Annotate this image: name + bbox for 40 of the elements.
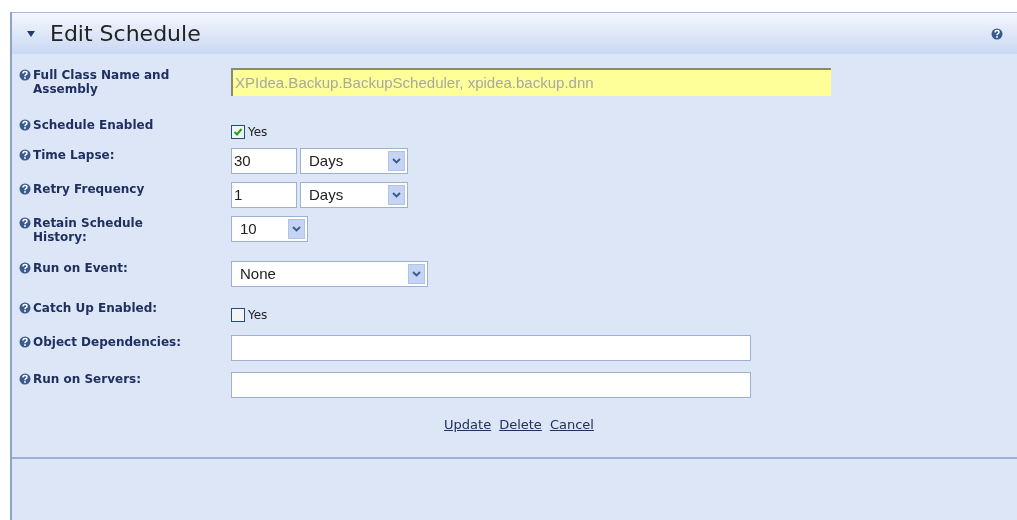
help-icon[interactable] xyxy=(19,149,31,161)
checkbox-label: Yes xyxy=(248,124,268,141)
action-link[interactable]: Cancel xyxy=(549,415,594,435)
number-input[interactable]: 1 xyxy=(231,182,297,208)
field-label: Retry Frequency xyxy=(33,182,146,196)
field-label: Object Dependencies: xyxy=(33,335,183,349)
action-link[interactable]: Update xyxy=(444,415,492,435)
checkbox[interactable] xyxy=(231,125,245,139)
field-label: Run on Servers: xyxy=(33,372,142,386)
dropdown-select[interactable]: None xyxy=(231,261,428,287)
input-field[interactable] xyxy=(231,335,751,361)
dropdown-caret-icon xyxy=(388,185,405,205)
help-icon[interactable] xyxy=(19,262,31,274)
dropdown-select[interactable]: 10 xyxy=(231,216,308,242)
field-label: Retain Schedule History: xyxy=(33,216,144,244)
collapse-toggle[interactable] xyxy=(26,28,36,39)
help-icon[interactable] xyxy=(19,302,31,314)
field-label: Time Lapse: xyxy=(33,148,116,162)
field-label: Full Class Name and Assembly xyxy=(33,68,171,96)
help-icon[interactable] xyxy=(19,336,31,348)
field-label: Schedule Enabled xyxy=(33,118,155,132)
dropdown-caret-icon xyxy=(288,219,305,239)
dropdown-select[interactable]: Days xyxy=(300,148,408,174)
help-icon[interactable] xyxy=(991,27,1003,40)
help-icon[interactable] xyxy=(19,183,31,195)
action-link[interactable]: Delete xyxy=(499,415,542,435)
help-icon[interactable] xyxy=(19,69,31,81)
panel-title: Edit Schedule xyxy=(50,20,202,48)
help-icon[interactable] xyxy=(19,373,31,385)
number-input[interactable]: 30 xyxy=(231,148,297,174)
dropdown-caret-icon xyxy=(408,264,425,284)
field-label: Run on Event: xyxy=(33,261,129,275)
dropdown-caret-icon xyxy=(388,151,405,171)
input-field[interactable] xyxy=(231,372,751,398)
help-icon[interactable] xyxy=(19,119,31,131)
help-icon[interactable] xyxy=(19,217,31,229)
checkbox-label: Yes xyxy=(248,307,268,324)
checkbox[interactable] xyxy=(231,308,245,322)
field-label: Catch Up Enabled: xyxy=(33,301,159,315)
dropdown-select[interactable]: Days xyxy=(300,182,408,208)
